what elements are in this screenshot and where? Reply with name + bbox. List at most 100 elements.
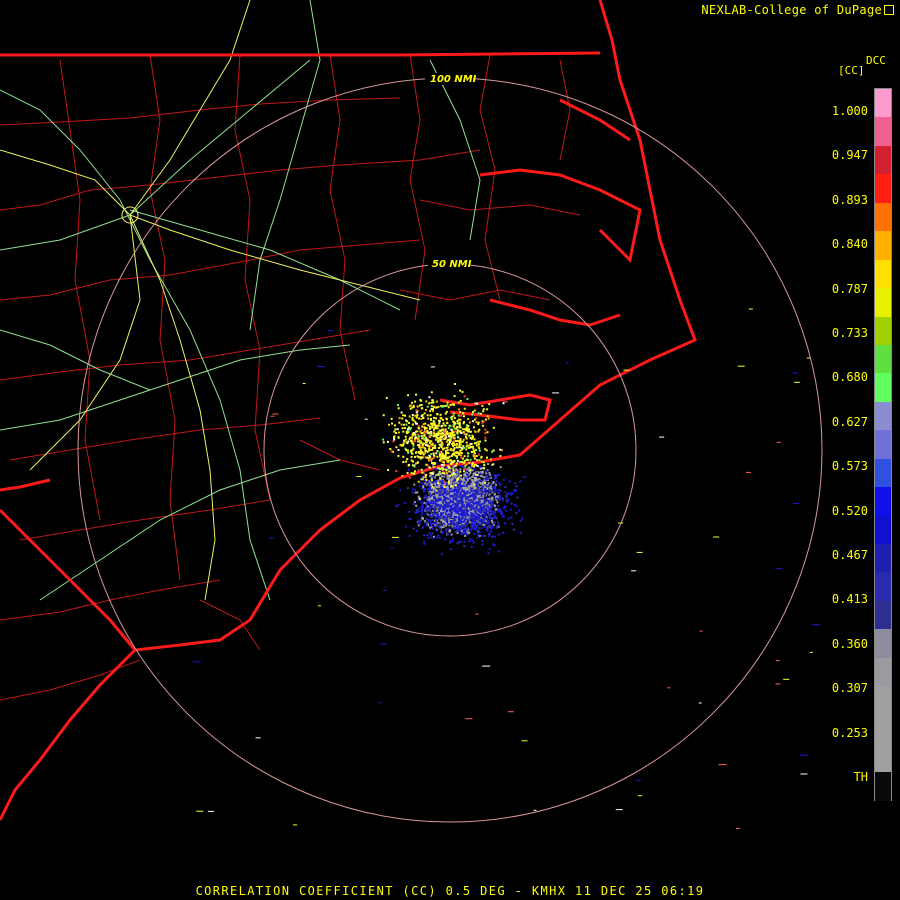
- echo-pixel: [455, 521, 458, 524]
- echo-pixel: [445, 520, 448, 523]
- echo-pixel: [438, 536, 441, 539]
- echo-pixel: [447, 527, 450, 530]
- echo-pixel: [410, 459, 413, 462]
- echo-pixel: [404, 435, 407, 438]
- colorbar-tick-label: 0.680: [831, 370, 868, 385]
- echo-pixel: [493, 477, 496, 480]
- echo-pixel: [492, 486, 495, 489]
- echo-pixel: [487, 499, 490, 502]
- echo-pixel: [425, 518, 428, 521]
- echo-pixel: [479, 472, 482, 475]
- colorbar-segment: [875, 202, 891, 232]
- echo-pixel: [411, 441, 414, 444]
- echo-pixel: [421, 446, 424, 449]
- echo-pixel: [443, 518, 446, 521]
- echo-pixel: [496, 497, 498, 500]
- echo-pixel: [400, 411, 403, 414]
- echo-pixel: [454, 530, 457, 533]
- echo-pixel: [484, 436, 487, 439]
- echo-pixel: [411, 414, 414, 416]
- echo-pixel: [418, 417, 420, 420]
- echo-pixel: [431, 502, 434, 505]
- echo-pixel: [450, 455, 453, 457]
- colorbar-segment: [875, 714, 891, 744]
- echo-pixel: [510, 502, 513, 505]
- echo-pixel: [448, 470, 451, 473]
- echo-pixel: [451, 434, 454, 437]
- echo-pixel: [461, 390, 464, 393]
- echo-pixel: [462, 461, 465, 464]
- echo-pixel: [476, 525, 479, 528]
- echo-pixel: [775, 660, 780, 662]
- echo-pixel: [464, 470, 467, 473]
- echo-pixel: [552, 392, 560, 394]
- echo-pixel: [431, 490, 434, 493]
- echo-pixel: [408, 535, 411, 537]
- echo-pixel: [440, 435, 443, 438]
- echo-pixel: [408, 405, 411, 408]
- echo-pixel: [464, 498, 467, 501]
- echo-pixel: [493, 535, 496, 538]
- echo-pixel: [442, 515, 445, 518]
- echo-pixel: [414, 436, 417, 439]
- echo-pixel: [432, 408, 435, 410]
- echo-pixel: [425, 524, 428, 527]
- echo-pixel: [456, 462, 459, 465]
- echo-pixel: [615, 809, 623, 811]
- echo-pixel: [434, 476, 437, 479]
- echo-pixel: [428, 510, 431, 512]
- echo-pixel: [434, 505, 437, 508]
- echo-pixel: [431, 399, 434, 402]
- echo-pixel: [449, 494, 452, 497]
- echo-pixel: [476, 495, 479, 497]
- colorbar-tick-label: 0.253: [831, 725, 868, 740]
- echo-pixel: [459, 389, 462, 392]
- echo-pixel: [452, 442, 455, 445]
- echo-pixel: [431, 426, 434, 429]
- echo-pixel: [407, 469, 410, 471]
- echo-pixel: [406, 471, 409, 474]
- echo-pixel: [473, 451, 476, 454]
- echo-pixel: [413, 432, 415, 434]
- echo-pixel: [521, 517, 524, 520]
- echo-pixel: [482, 502, 485, 505]
- echo-pixel: [412, 503, 415, 505]
- echo-pixel: [460, 452, 463, 455]
- echo-pixel: [484, 428, 487, 431]
- echo-pixel: [499, 466, 502, 469]
- echo-pixel: [480, 500, 483, 503]
- echo-pixel: [484, 439, 487, 442]
- echo-pixel: [487, 492, 490, 495]
- echo-pixel: [424, 521, 427, 524]
- echo-pixel: [800, 754, 809, 756]
- echo-pixel: [483, 464, 486, 467]
- echo-pixel: [468, 502, 471, 505]
- echo-pixel: [471, 413, 474, 416]
- echo-pixel: [397, 407, 400, 410]
- echo-pixel: [450, 448, 453, 451]
- colorbar-segment: [875, 117, 891, 147]
- echo-pixel: [445, 484, 448, 487]
- echo-pixel: [420, 399, 423, 402]
- echo-pixel: [434, 444, 437, 447]
- echo-pixel: [494, 488, 497, 491]
- echo-pixel: [446, 518, 449, 521]
- echo-pixel: [483, 523, 486, 526]
- echo-pixel: [490, 481, 493, 484]
- echo-pixel: [460, 456, 463, 459]
- echo-pixel: [477, 443, 480, 446]
- colorbar-segment: [875, 572, 891, 602]
- echo-pixel: [465, 433, 468, 436]
- echo-pixel: [432, 401, 435, 404]
- echo-pixel: [444, 538, 447, 541]
- echo-pixel: [463, 428, 466, 431]
- echo-pixel: [468, 421, 471, 424]
- expand-icon[interactable]: [884, 5, 894, 15]
- echo-pixel: [470, 546, 473, 549]
- echo-pixel: [409, 407, 412, 410]
- echo-pixel: [495, 475, 498, 478]
- echo-pixel: [515, 485, 518, 488]
- echo-pixel: [446, 449, 449, 452]
- echo-pixel: [495, 526, 498, 529]
- echo-pixel: [503, 507, 506, 509]
